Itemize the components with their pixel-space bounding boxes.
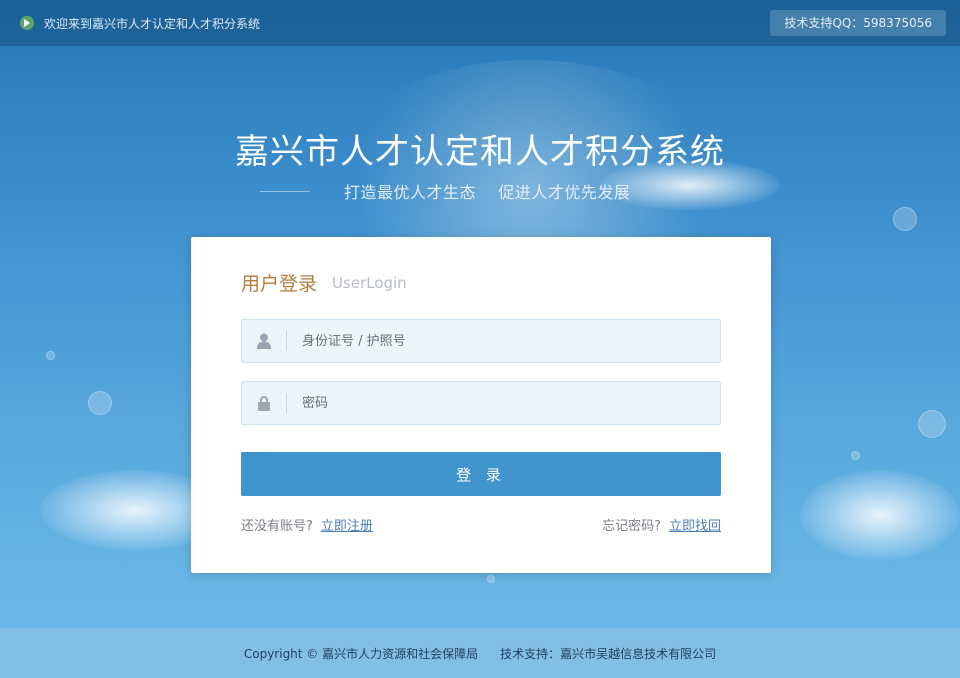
bubble-decoration xyxy=(46,351,55,360)
welcome-message: 欢迎来到嘉兴市人才认定和人才积分系统 xyxy=(20,15,260,32)
tech-support-qq: 技术支持QQ：598375056 xyxy=(770,10,946,36)
id-number-input[interactable] xyxy=(302,320,720,362)
bubble-decoration xyxy=(88,391,112,415)
login-button[interactable]: 登 录 xyxy=(241,452,721,496)
user-icon xyxy=(242,320,286,362)
recover-password-link[interactable]: 立即找回 xyxy=(669,519,721,534)
forgot-password-text: 忘记密码? xyxy=(602,519,661,534)
field-separator xyxy=(286,331,287,351)
cloud-decoration xyxy=(800,470,960,560)
login-card: 用户登录 UserLogin 登 录 还没有账号? 立即注册 忘记密码? 立即找回 xyxy=(191,237,771,573)
password-input[interactable] xyxy=(302,382,720,424)
login-title: 用户登录 xyxy=(241,273,318,295)
register-prompt: 还没有账号? 立即注册 xyxy=(241,515,373,534)
slogan-row: 打造最优人才生态 促进人才优先发展 xyxy=(260,180,700,202)
login-subtitle: UserLogin xyxy=(332,274,407,292)
bubble-decoration xyxy=(487,575,495,583)
slogan-text: 打造最优人才生态 促进人才优先发展 xyxy=(344,183,631,202)
bubble-decoration xyxy=(851,451,860,460)
bubble-decoration xyxy=(918,410,946,438)
page-title: 嘉兴市人才认定和人才积分系统 xyxy=(235,132,725,172)
no-account-text: 还没有账号? xyxy=(241,519,313,534)
tech-support-text: 技术支持：嘉兴市吴越信息技术有限公司 xyxy=(500,646,717,661)
top-bar: 欢迎来到嘉兴市人才认定和人才积分系统 技术支持QQ：598375056 xyxy=(0,0,960,46)
copyright-text: Copyright © 嘉兴市人力资源和社会保障局 xyxy=(243,646,479,661)
id-number-field xyxy=(241,319,721,363)
password-field xyxy=(241,381,721,425)
lock-icon xyxy=(242,382,286,424)
welcome-text: 欢迎来到嘉兴市人才认定和人才积分系统 xyxy=(44,16,261,31)
bubble-decoration xyxy=(893,207,917,231)
register-link[interactable]: 立即注册 xyxy=(321,519,373,534)
field-separator xyxy=(286,393,287,413)
play-icon xyxy=(20,16,34,30)
footer: Copyright © 嘉兴市人力资源和社会保障局 技术支持：嘉兴市吴越信息技术… xyxy=(0,628,960,678)
forgot-password-prompt: 忘记密码? 立即找回 xyxy=(602,515,721,534)
slogan-divider xyxy=(260,190,310,192)
